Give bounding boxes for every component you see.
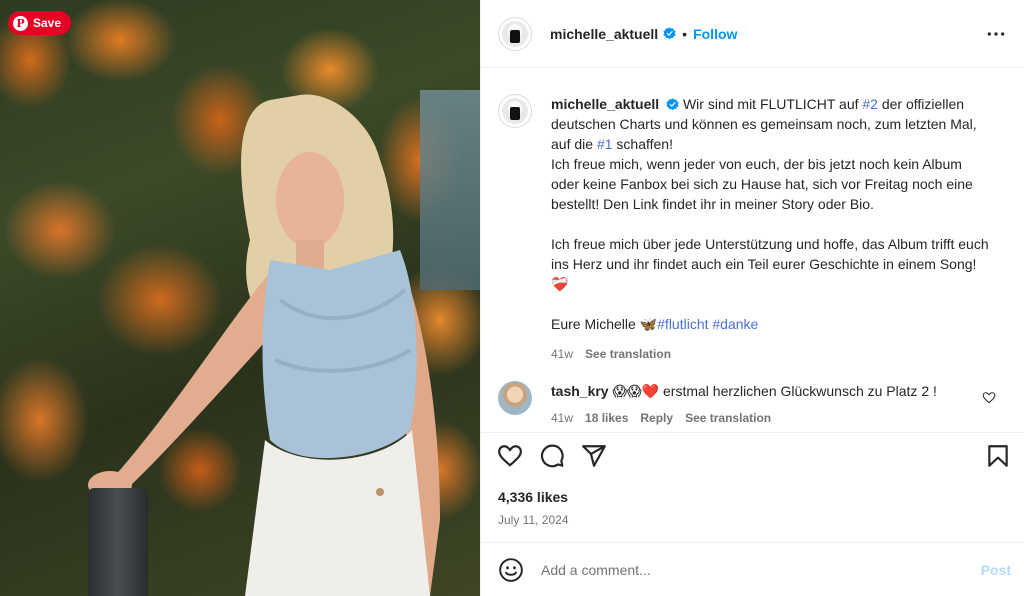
verified-icon [666,98,679,111]
caption-avatar[interactable] [498,94,532,128]
reply-button[interactable]: Reply [640,408,673,428]
woman-figure [88,94,440,596]
caption-line: Wir sind mit FLUTLICHT auf [679,96,863,112]
comment-age: 41w [551,411,574,425]
bookmark-button[interactable] [985,443,1011,474]
header-username[interactable]: michelle_aktuell [550,26,658,42]
comment-translation-link[interactable]: See translation [685,408,771,428]
share-icon[interactable] [581,443,607,469]
post-comment-button[interactable]: Post [981,562,1011,578]
avatar[interactable] [498,16,532,51]
hashtag-link[interactable]: #1 [597,136,613,152]
caption-paragraph: Ich freue mich über jede Unterstützung u… [551,236,989,272]
comment-body: erstmal herzlichen Glückwunsch zu Platz … [659,383,937,399]
metal-post [88,488,148,596]
actions-bar: 4,336 likes July 11, 2024 [481,432,1024,527]
comment-heart-icon[interactable] [982,391,996,405]
comment-meta: 41w 18 likes Reply See translation [551,408,937,428]
comment-emojis: 😱😱❤️ [612,383,660,399]
see-translation-link[interactable]: See translation [585,344,671,364]
follow-button[interactable]: Follow [693,26,737,42]
caption-paragraph: Ich freue mich, wenn jeder von euch, der… [551,156,973,212]
caption: michelle_aktuell Wir sind mit FLUTLICHT … [498,94,1008,364]
caption-signoff: Eure Michelle [551,316,640,332]
hashtag-flutlicht[interactable]: #flutlicht [657,316,708,332]
separator-dot: • [682,25,688,42]
caption-line: schaffen! [612,136,673,152]
comment-icon[interactable] [539,443,565,469]
post-header: michelle_aktuell • Follow [481,0,1024,68]
butterfly-emoji: 🦋 [639,316,658,332]
emoji-icon[interactable] [498,557,524,583]
comment-likes[interactable]: 18 likes [585,408,628,428]
comments-section: michelle_aktuell Wir sind mit FLUTLICHT … [481,68,1024,432]
comment-username[interactable]: tash_kry [551,383,609,399]
bookmark-icon [988,445,1008,467]
more-icon[interactable] [985,24,1007,44]
heart-icon[interactable] [497,443,523,469]
post-image[interactable]: P Save [0,0,480,596]
pinterest-save-button[interactable]: P Save [8,11,72,35]
post-date[interactable]: July 11, 2024 [498,513,569,527]
hashtag-danke[interactable]: #danke [712,316,758,332]
caption-age: 41w [551,347,574,361]
add-comment-input[interactable] [541,561,961,578]
comment-avatar[interactable] [498,381,532,415]
heart-emoji: ❤️‍🩹 [551,276,569,292]
caption-meta: 41w See translation [551,344,991,364]
post-panel: michelle_aktuell • Follow michelle_aktue… [480,0,1024,596]
comment-text: tash_kry 😱😱❤️ erstmal herzlichen Glückwu… [551,381,937,428]
hashtag-link[interactable]: #2 [862,96,878,112]
save-label: Save [33,16,62,30]
verified-icon [663,27,676,40]
caption-text: michelle_aktuell Wir sind mit FLUTLICHT … [551,94,991,364]
caption-username[interactable]: michelle_aktuell [551,96,659,112]
add-comment-bar: Post [481,542,1024,596]
pinterest-icon: P [13,15,28,31]
likes-count[interactable]: 4,336 likes [498,489,568,505]
comment-item: tash_kry 😱😱❤️ erstmal herzlichen Glückwu… [498,381,1008,428]
